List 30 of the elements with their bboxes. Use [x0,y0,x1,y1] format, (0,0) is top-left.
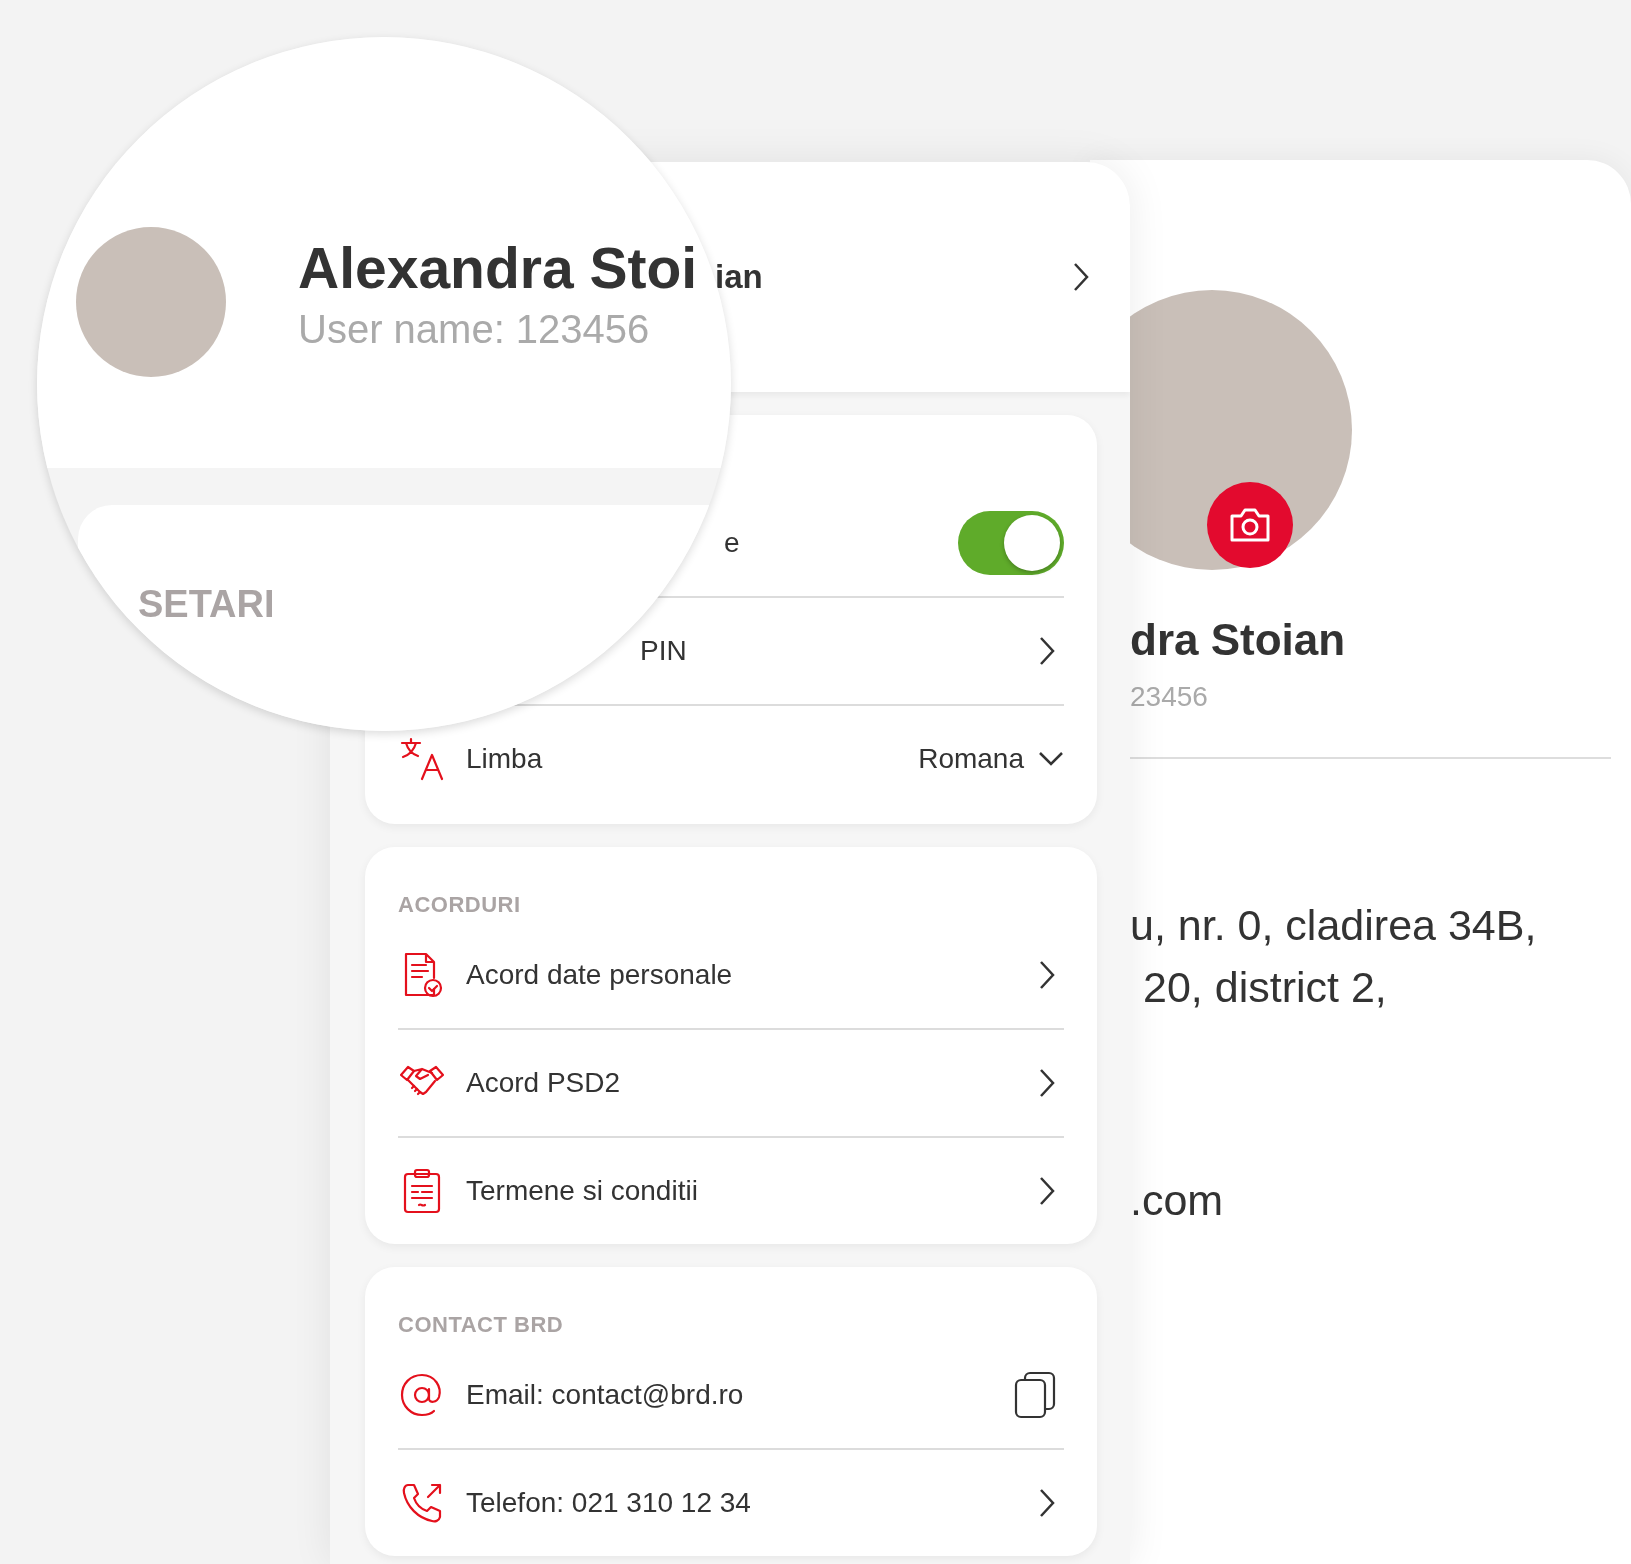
chevron-right-icon [1038,1067,1056,1099]
chevron-right-icon [1072,261,1090,293]
section-title: ACORDURI [398,891,522,919]
chevron-right-icon [1038,959,1056,991]
menu-item[interactable]: Acord date personale [466,959,1018,991]
menu-item[interactable]: PIN [640,635,687,667]
menu-item[interactable]: Termene si conditii [466,1175,1018,1207]
language-select[interactable]: Romana [918,743,1064,775]
translate-icon [398,735,446,783]
menu-item[interactable]: Acord PSD2 [466,1067,1018,1099]
username: User name: 123456 [298,307,651,352]
chevron-right-icon [1038,1487,1056,1519]
address-line: u, nr. 0, cladirea 34B, [1130,900,1538,951]
username: 23456 [1130,681,1209,713]
profile-name: dra Stoian [1130,615,1347,665]
profile-name: ian [715,258,763,296]
address-line: 20, district 2, [1142,962,1388,1013]
section-title: CONTACT BRD [398,1311,565,1339]
chevron-right-icon [1038,1175,1056,1207]
copy-icon[interactable] [1014,1371,1056,1419]
section-title: SETARI [138,583,276,626]
email-text: .com [1130,1176,1225,1225]
profile-name: Alexandra Stoi [298,235,698,301]
menu-item[interactable]: Limba [466,743,899,775]
chevron-right-icon [1038,635,1056,667]
menu-item[interactable]: Email: contact@brd.ro [466,1379,994,1411]
menu-item[interactable]: Telefon: 021 310 12 34 [466,1487,1018,1519]
menu-item[interactable]: e [724,527,740,559]
camera-icon [1228,507,1272,543]
chevron-down-icon [1038,751,1064,767]
